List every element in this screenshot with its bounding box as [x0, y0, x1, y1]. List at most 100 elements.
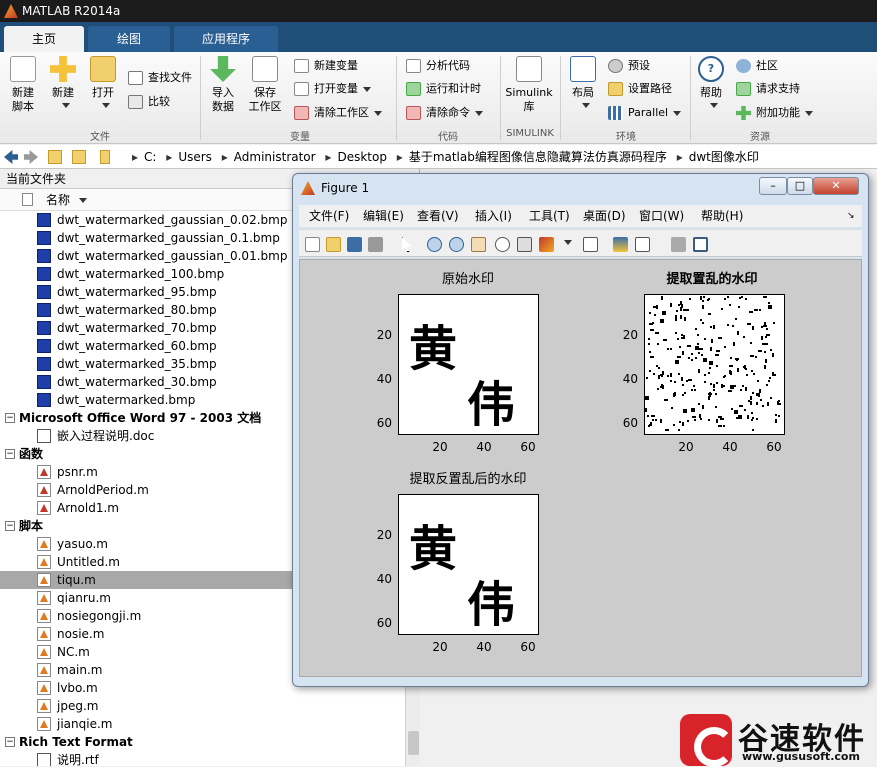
clear-workspace-button[interactable]: 清除工作区 [294, 103, 382, 123]
zoom-out-icon[interactable] [449, 237, 464, 252]
menu-file[interactable]: 文件(F) [309, 205, 349, 227]
x-tick-label: 40 [476, 640, 492, 654]
print-icon[interactable] [368, 237, 383, 252]
find-files-button[interactable]: 查找文件 [128, 68, 192, 88]
new-label: 新建 [52, 86, 74, 99]
fn-file-icon [37, 501, 51, 515]
menu-help[interactable]: 帮助(H) [701, 205, 743, 227]
compare-button[interactable]: 比较 [128, 92, 170, 112]
file-list-item[interactable]: 说明.rtf [0, 751, 405, 766]
section-label-resources: 资源 [750, 132, 770, 143]
noise-pixel [713, 384, 715, 388]
noise-pixel [750, 342, 752, 344]
image-axes-original[interactable]: 黄 伟 [398, 294, 539, 435]
noise-pixel [764, 343, 768, 345]
save-workspace-button[interactable]: 保存 工作区 [246, 56, 284, 114]
request-support-button[interactable]: 请求支持 [736, 79, 800, 99]
minimize-button[interactable]: – [759, 177, 787, 195]
maximize-button[interactable]: □ [787, 177, 813, 195]
colorbar-icon[interactable] [613, 237, 628, 252]
new-button[interactable]: 新建 [46, 56, 80, 110]
data-cursor-icon[interactable] [517, 237, 532, 252]
menu-tools[interactable]: 工具(T) [529, 205, 570, 227]
browse-folder-icon[interactable] [72, 150, 86, 164]
file-group-header[interactable]: − Rich Text Format [0, 733, 405, 751]
hide-plot-tools-icon[interactable] [671, 237, 686, 252]
parallel-button[interactable]: Parallel [608, 103, 682, 123]
community-button[interactable]: 社区 [736, 56, 778, 76]
preferences-button[interactable]: 预设 [608, 56, 650, 76]
figure-title-bar[interactable]: Figure 1 – □ ✕ [293, 174, 868, 202]
tab-home[interactable]: 主页 [4, 26, 84, 52]
new-figure-icon[interactable] [305, 237, 320, 252]
addons-button[interactable]: 附加功能 [736, 103, 813, 123]
collapse-icon[interactable]: − [5, 413, 15, 423]
noise-pixel [724, 375, 726, 377]
zoom-in-icon[interactable] [427, 237, 442, 252]
menu-dock-icon[interactable]: ↘ [847, 205, 855, 227]
image-axes-scrambled[interactable] [644, 294, 785, 435]
back-arrow-icon[interactable] [4, 150, 18, 164]
breadcrumb-item[interactable]: Desktop [337, 150, 387, 164]
x-tick-label: 20 [678, 440, 694, 454]
noise-pixel [721, 308, 723, 310]
set-path-button[interactable]: 设置路径 [608, 79, 672, 99]
collapse-icon[interactable]: − [5, 737, 15, 747]
clear-commands-button[interactable]: 清除命令 [406, 103, 483, 123]
breadcrumb-item[interactable]: C: [144, 150, 156, 164]
noise-pixel [682, 384, 684, 386]
layout-button[interactable]: 布局 [566, 56, 600, 110]
new-script-button[interactable]: 新建 脚本 [6, 56, 40, 114]
tab-plots[interactable]: 绘图 [88, 26, 170, 52]
y-tick-label: 40 [376, 372, 392, 386]
brush-icon[interactable] [539, 237, 554, 252]
file-list-item[interactable]: jpeg.m [0, 697, 405, 715]
watermark-glyph-2: 伟 [467, 377, 515, 433]
y-tick-label: 40 [376, 572, 392, 586]
open-variable-button[interactable]: 打开变量 [294, 79, 371, 99]
menu-view[interactable]: 查看(V) [417, 205, 459, 227]
link-plot-icon[interactable] [583, 237, 598, 252]
chevron-down-icon[interactable] [564, 240, 572, 245]
menu-edit[interactable]: 编辑(E) [363, 205, 404, 227]
collapse-icon[interactable]: − [5, 449, 15, 459]
import-data-button[interactable]: 导入 数据 [206, 56, 240, 114]
y-tick-label: 40 [622, 372, 638, 386]
scrollbar-thumb[interactable] [408, 731, 419, 755]
help-button[interactable]: ? 帮助 [694, 56, 728, 110]
run-and-time-icon [406, 82, 421, 96]
open-file-icon[interactable] [326, 237, 341, 252]
pan-hand-icon[interactable] [471, 237, 486, 252]
axes-title: 提取置乱的水印 [666, 272, 758, 287]
clear-commands-label: 清除命令 [426, 106, 470, 119]
forward-arrow-icon[interactable] [24, 150, 38, 164]
run-and-time-button[interactable]: 运行和计时 [406, 79, 481, 99]
menu-desktop[interactable]: 桌面(D) [583, 205, 626, 227]
analyze-code-button[interactable]: 分析代码 [406, 56, 470, 76]
simulink-library-button[interactable]: Simulink 库 [504, 56, 554, 114]
file-list-item[interactable]: jianqie.m [0, 715, 405, 733]
new-variable-button[interactable]: 新建变量 [294, 56, 358, 76]
rotate-3d-icon[interactable] [495, 237, 510, 252]
save-icon[interactable] [347, 237, 362, 252]
figure-canvas: 原始水印 黄 伟 20 40 60 20 40 60 提取置乱的水印 20 40… [299, 259, 862, 677]
breadcrumb-item[interactable]: Users [178, 150, 212, 164]
open-button[interactable]: 打开 [86, 56, 120, 110]
menu-insert[interactable]: 插入(I) [475, 205, 512, 227]
breadcrumb-item[interactable]: dwt图像水印 [689, 150, 759, 164]
close-button[interactable]: ✕ [813, 177, 859, 195]
up-folder-icon[interactable] [48, 150, 62, 164]
pointer-icon[interactable] [402, 237, 412, 252]
help-label: 帮助 [700, 86, 722, 99]
menu-window[interactable]: 窗口(W) [639, 205, 684, 227]
legend-icon[interactable] [635, 237, 650, 252]
noise-pixel [676, 310, 678, 312]
address-bar: ▸ C: ▸ Users ▸ Administrator ▸ Desktop ▸ 基于ma… [0, 145, 877, 169]
breadcrumb-item[interactable]: Administrator [234, 150, 316, 164]
breadcrumb-item[interactable]: 基于matlab编程图像信息隐藏算法仿真源码程序 [409, 150, 667, 164]
show-plot-tools-icon[interactable] [693, 237, 708, 252]
image-axes-recovered[interactable]: 黄 伟 [398, 494, 539, 635]
collapse-icon[interactable]: − [5, 521, 15, 531]
tab-apps[interactable]: 应用程序 [174, 26, 278, 52]
noise-pixel [752, 326, 754, 330]
